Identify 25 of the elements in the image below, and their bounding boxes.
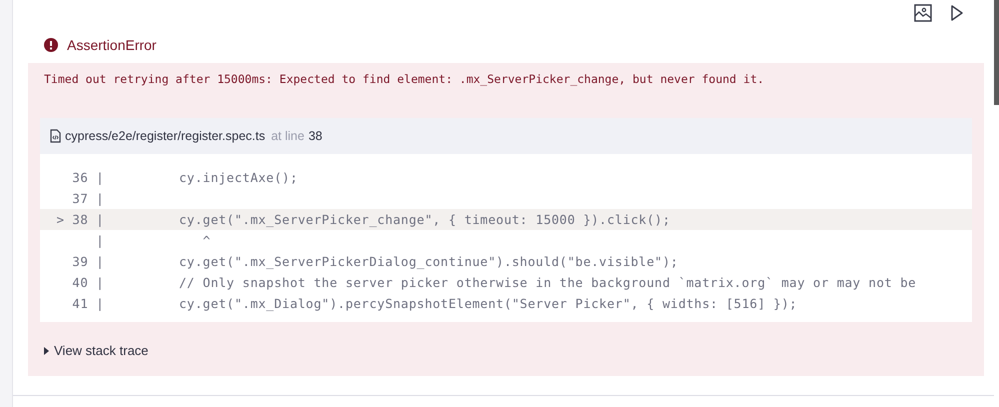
error-message: Timed out retrying after 15000ms: Expected to find element: .mx_ServerPicker_change, but never found it. bbox=[43, 71, 766, 88]
line-gutter: 40 | bbox=[71, 275, 104, 290]
file-path-link[interactable]: cypress/e2e/register/register.spec.ts bbox=[65, 129, 266, 143]
line-gutter: 37 | bbox=[71, 191, 104, 206]
line-gutter: > 38 | bbox=[55, 212, 104, 227]
code-line: cy.get(".mx_ServerPickerDialog_continue").should("be.visible"); bbox=[179, 254, 678, 269]
at-line-label: at line bbox=[271, 129, 304, 143]
error-icon bbox=[44, 38, 58, 52]
line-gutter: 39 | bbox=[71, 254, 104, 269]
image-icon[interactable] bbox=[914, 4, 932, 22]
line-gutter: 41 | bbox=[71, 296, 104, 311]
code-line: cy.get(".mx_ServerPicker_change", { timeout: 15000 }).click(); bbox=[179, 212, 670, 227]
line-gutter: | bbox=[95, 233, 104, 248]
error-title: AssertionError bbox=[67, 37, 156, 53]
code-line: cy.injectAxe(); bbox=[179, 170, 298, 185]
line-number: 38 bbox=[308, 129, 322, 143]
code-file-icon bbox=[50, 129, 61, 143]
play-icon[interactable] bbox=[950, 4, 964, 22]
caret-icon bbox=[44, 346, 49, 354]
code-line: ^ bbox=[202, 233, 211, 248]
stack-trace-toggle[interactable]: View stack trace bbox=[40, 343, 148, 358]
scrollbar[interactable] bbox=[994, 0, 999, 105]
code-line: // Only snapshot the server picker otherwise in the background `matrix.org` may or may not be bbox=[179, 275, 916, 290]
code-line: cy.get(".mx_Dialog").percySnapshotElement("Server Picker", { widths: [516] }); bbox=[179, 296, 798, 311]
line-gutter: 36 | bbox=[71, 170, 104, 185]
